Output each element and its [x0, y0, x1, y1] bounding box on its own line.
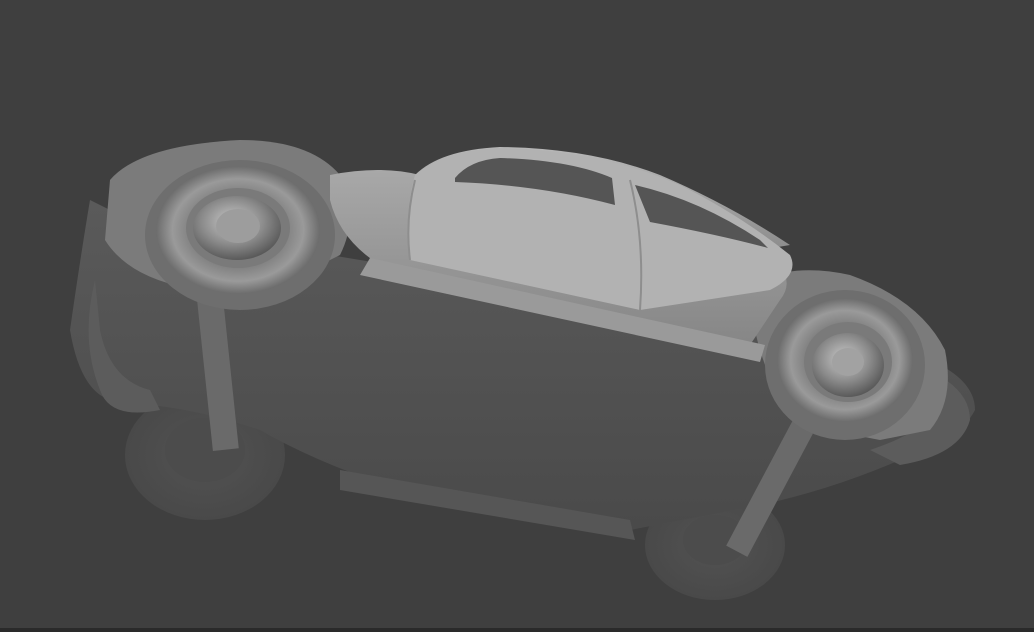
3d-viewport[interactable] — [0, 0, 1034, 632]
viewport-canvas[interactable] — [0, 0, 1034, 628]
rear-wheel — [145, 160, 335, 310]
front-wheel — [765, 290, 925, 440]
viewport-bottom-edge — [0, 628, 1034, 632]
